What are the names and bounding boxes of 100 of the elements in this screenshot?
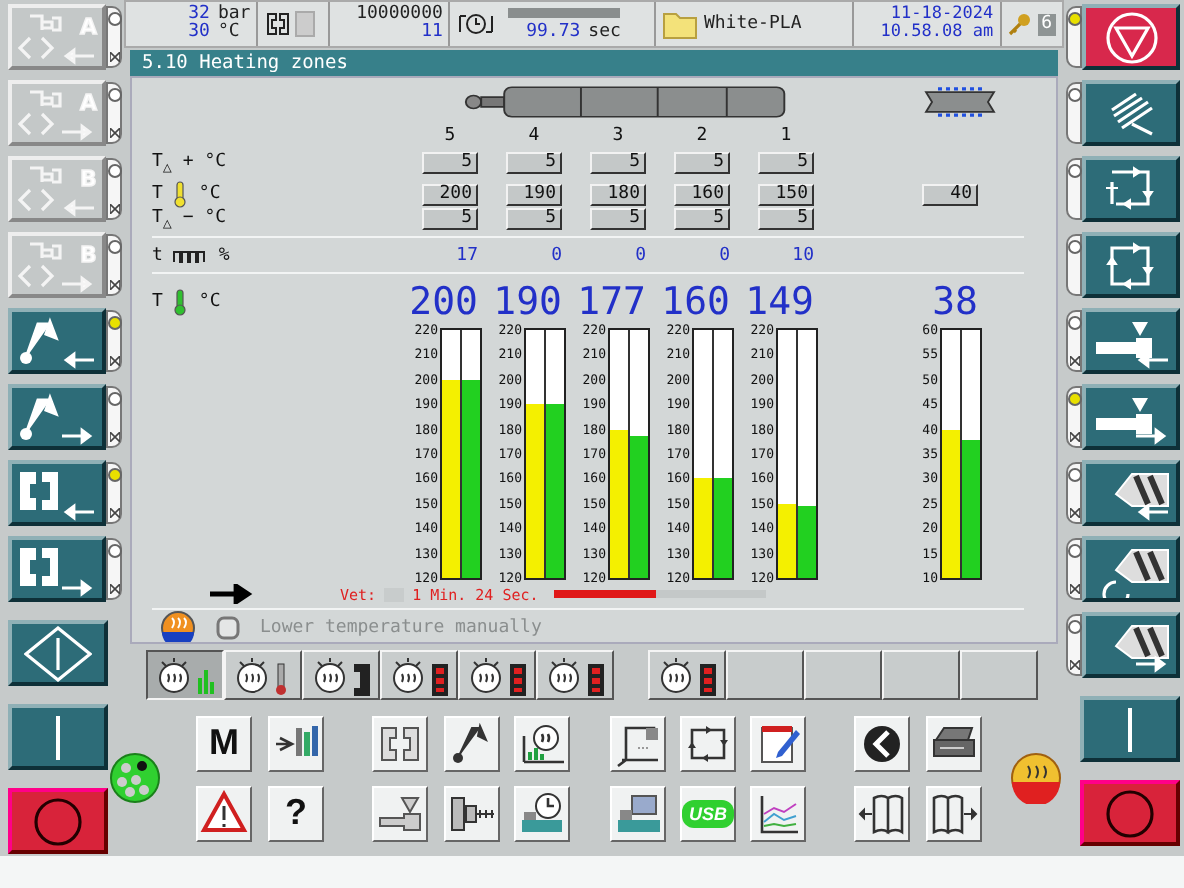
- heater-button[interactable]: [514, 715, 570, 771]
- menu-button[interactable]: M: [196, 715, 252, 771]
- ejector-letter: A: [79, 89, 97, 115]
- heater-pulse-icon: [172, 247, 209, 263]
- screw-button[interactable]: [1082, 612, 1180, 678]
- tolerance-field[interactable]: 5: [674, 208, 730, 231]
- output-value: 17: [454, 245, 478, 265]
- heater-badge-icon: [1010, 752, 1062, 804]
- off-button[interactable]: [1080, 780, 1180, 846]
- tolerance-field[interactable]: 5: [422, 208, 478, 231]
- ejector-letter: A: [79, 13, 97, 39]
- back-button[interactable]: [854, 715, 910, 771]
- mold-icon: [264, 10, 293, 38]
- mold-button[interactable]: [8, 460, 106, 526]
- tolerance-field[interactable]: 5: [506, 208, 562, 231]
- page-right-icon: [930, 789, 978, 837]
- notepad-button[interactable]: [750, 715, 806, 771]
- printer-button[interactable]: [926, 715, 982, 771]
- cycle-start-button[interactable]: [8, 620, 108, 686]
- injection-button[interactable]: [372, 785, 428, 841]
- auto-button[interactable]: [1082, 232, 1180, 298]
- bowtie-icon: [1069, 584, 1079, 594]
- bowtie-icon: [109, 52, 119, 62]
- thermometer-icon: [172, 180, 189, 208]
- ejector-icon: [16, 13, 95, 63]
- folder-icon: [661, 8, 698, 40]
- circle-icon: [1106, 789, 1154, 837]
- reading-unit: bar: [217, 6, 251, 24]
- bowtie-icon: [109, 128, 119, 138]
- row-unit: %: [218, 245, 230, 265]
- actual-temperature: 38: [930, 280, 978, 324]
- circle-icon: [34, 797, 82, 845]
- mold-button[interactable]: [8, 536, 106, 602]
- arm-button[interactable]: [8, 308, 106, 374]
- row-unit: °C: [198, 292, 221, 312]
- axes-button[interactable]: [610, 715, 666, 771]
- setpoint-field[interactable]: 200: [422, 183, 478, 205]
- row-symbol: T: [152, 292, 163, 312]
- arm-button[interactable]: [8, 384, 106, 450]
- menu-button[interactable]: ?: [268, 785, 324, 841]
- bowtie-icon: [109, 280, 119, 290]
- nozzle-button[interactable]: [1082, 384, 1180, 450]
- on-button[interactable]: [8, 704, 108, 770]
- zone-number: 1: [778, 125, 794, 145]
- setpoint-field[interactable]: 40: [922, 183, 978, 205]
- output-value: 0: [633, 245, 646, 265]
- heating-tab[interactable]: [146, 650, 224, 700]
- page-left-button[interactable]: [854, 785, 910, 841]
- bowtie-icon: [109, 584, 119, 594]
- clamp-button[interactable]: [443, 785, 499, 841]
- connector-icon: [110, 748, 160, 808]
- setpoint-field[interactable]: 190: [506, 183, 562, 205]
- screw-button[interactable]: [1082, 460, 1180, 526]
- tolerance-field[interactable]: 5: [590, 208, 646, 231]
- date: 11-18-2024: [890, 6, 994, 24]
- heater-badge-icon: [160, 610, 196, 642]
- actual-temperature: 200: [407, 280, 478, 324]
- heater-mold-icon: [465, 653, 529, 697]
- setpoint-field[interactable]: 150: [758, 183, 814, 205]
- tolerance-field[interactable]: 5: [758, 208, 814, 231]
- bowtie-icon: [109, 432, 119, 442]
- actual-temperature: 190: [491, 280, 562, 324]
- ejector-letter: B: [79, 165, 96, 191]
- heater-chart-icon: [518, 719, 566, 767]
- reading-unit: °C: [217, 24, 240, 42]
- actual-temperature: 149: [743, 280, 814, 324]
- machine-clock-button[interactable]: [514, 785, 570, 841]
- stop-button[interactable]: [1082, 4, 1180, 70]
- tools-button[interactable]: [268, 715, 324, 771]
- tolerance-field[interactable]: 5: [506, 152, 562, 175]
- nozzle-button[interactable]: [1082, 308, 1180, 374]
- screw-button[interactable]: [1082, 536, 1180, 602]
- semi-auto-button[interactable]: [1082, 156, 1180, 222]
- warning-button[interactable]: [196, 785, 252, 841]
- machine-button[interactable]: [610, 785, 666, 841]
- bowtie-icon: [109, 204, 119, 214]
- row-label: T$_{△}$ − °C: [152, 208, 227, 232]
- heater-mold-icon: [655, 653, 719, 697]
- manual-button[interactable]: [1082, 80, 1180, 146]
- machine-icon: [614, 789, 662, 837]
- window-title: 5.10 Heating zones: [130, 50, 1058, 76]
- graph-button[interactable]: [750, 785, 806, 841]
- off-button[interactable]: [8, 788, 108, 854]
- setpoint-field[interactable]: 160: [674, 183, 730, 205]
- actual-temperature: 177: [575, 280, 646, 324]
- output-value: 0: [717, 245, 730, 265]
- zone-number: 2: [694, 125, 710, 145]
- tolerance-field[interactable]: 5: [758, 152, 814, 175]
- setpoint-field[interactable]: 180: [590, 183, 646, 205]
- cycle-button[interactable]: [680, 715, 736, 771]
- row-symbol: t: [152, 245, 163, 265]
- tolerance-field[interactable]: 5: [590, 152, 646, 175]
- tolerance-field[interactable]: 5: [674, 152, 730, 175]
- checkbox-label: Lower temperature manually: [260, 618, 542, 638]
- on-button[interactable]: [1080, 696, 1180, 762]
- bowtie-icon: [109, 508, 119, 518]
- page-right-button[interactable]: [926, 785, 982, 841]
- bowtie-icon: [1069, 432, 1079, 442]
- tolerance-field[interactable]: 5: [422, 152, 478, 175]
- bowtie-icon: [1069, 356, 1079, 366]
